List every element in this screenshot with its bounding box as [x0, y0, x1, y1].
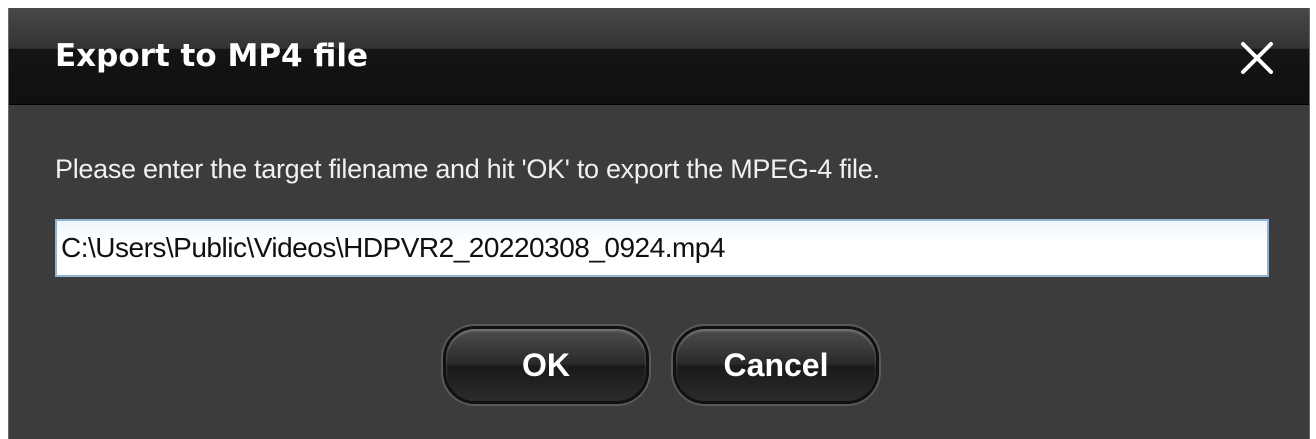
close-icon[interactable] — [1233, 34, 1281, 82]
dialog-titlebar: Export to MP4 file — [9, 8, 1309, 105]
ok-button[interactable]: OK — [443, 326, 649, 404]
instruction-text: Please enter the target filename and hit… — [55, 154, 880, 184]
cancel-button[interactable]: Cancel — [673, 326, 879, 404]
export-dialog: Export to MP4 file Please enter the targ… — [8, 8, 1310, 439]
filename-input[interactable] — [55, 219, 1269, 277]
dialog-title: Export to MP4 file — [55, 38, 369, 74]
